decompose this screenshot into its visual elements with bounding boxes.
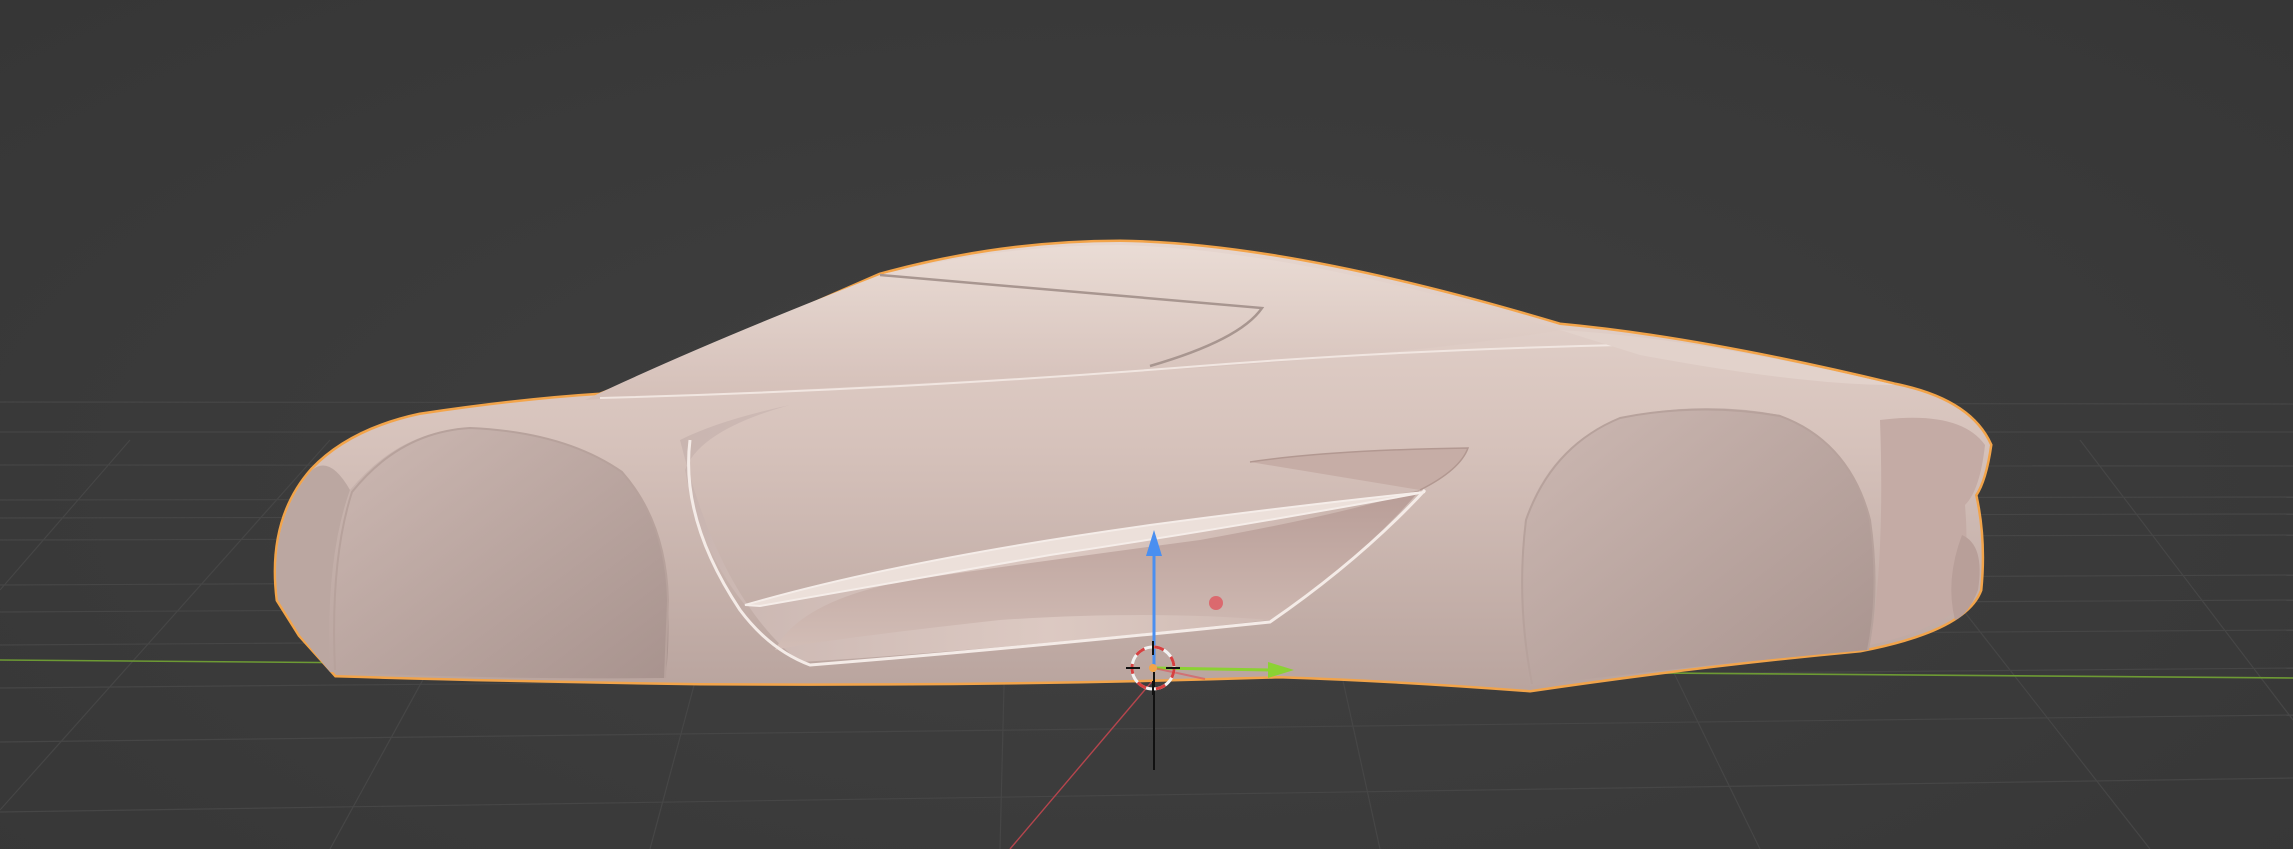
x-axis-handle-icon[interactable] xyxy=(1209,596,1223,610)
object-origin xyxy=(1149,664,1157,672)
x-axis-line xyxy=(1009,671,1161,849)
3d-viewport[interactable] xyxy=(0,0,2293,849)
rear-wheel-arch xyxy=(1521,408,1875,686)
car-body-mesh[interactable] xyxy=(273,239,1993,693)
viewport-canvas[interactable] xyxy=(0,0,2293,849)
